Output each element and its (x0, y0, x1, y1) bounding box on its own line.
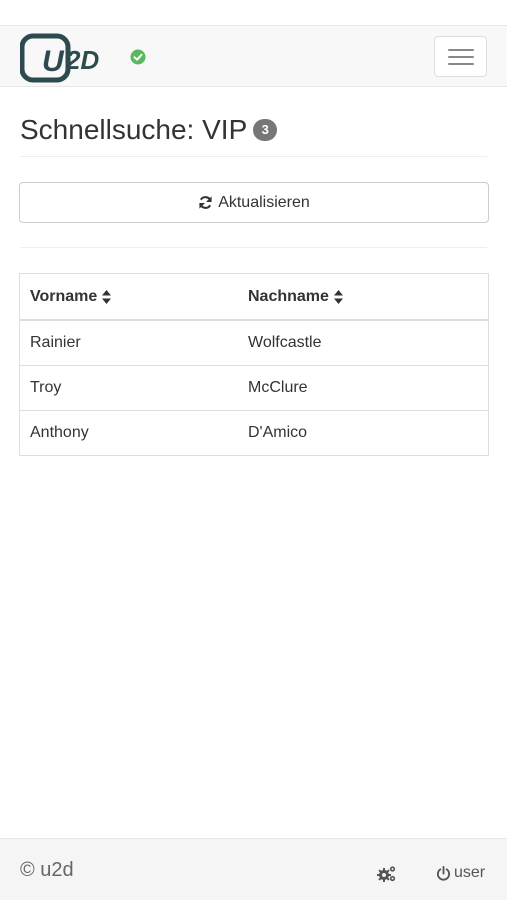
cogs-icon[interactable] (377, 865, 397, 883)
cell-nachname: McClure (248, 379, 308, 396)
footer: © u2d user (0, 838, 507, 900)
hamburger-icon (448, 49, 474, 51)
page-title-text: Schnellsuche: VIP (20, 114, 248, 145)
u2d-logo[interactable]: U 2D (20, 33, 114, 83)
cell-vorname: Anthony (30, 424, 89, 441)
hamburger-icon-bar (448, 63, 474, 65)
column-header-vorname[interactable]: Vorname (20, 288, 238, 306)
table-row[interactable]: Anthony D'Amico (20, 410, 488, 455)
check-circle-icon (130, 49, 146, 65)
table-row[interactable]: Troy McClure (20, 365, 488, 410)
column-header-label: Nachname (248, 287, 329, 305)
refresh-label: Aktualisieren (218, 193, 310, 211)
menu-toggle-button[interactable] (434, 36, 487, 77)
sort-icon (102, 289, 112, 304)
table-header: Vorname Nachname (20, 274, 488, 320)
cell-nachname: Wolfcastle (248, 334, 322, 351)
column-header-nachname[interactable]: Nachname (238, 288, 488, 306)
power-icon (436, 865, 451, 880)
cell-vorname: Rainier (30, 334, 81, 351)
results-table: Vorname Nachname Rainier Wolfcastle Troy… (19, 273, 489, 456)
divider (20, 247, 487, 248)
cell-nachname: D'Amico (248, 424, 308, 441)
cell-vorname: Troy (30, 379, 62, 396)
user-logout-link[interactable]: user (436, 864, 485, 882)
table-row[interactable]: Rainier Wolfcastle (20, 320, 488, 365)
page-title: Schnellsuche: VIP 3 (20, 113, 278, 147)
refresh-button[interactable]: Aktualisieren (19, 182, 489, 223)
svg-text:2D: 2D (65, 45, 99, 75)
column-header-label: Vorname (30, 287, 98, 305)
divider (20, 156, 487, 157)
refresh-icon (199, 196, 212, 209)
sort-icon (333, 289, 343, 304)
copyright: © u2d (20, 859, 74, 881)
count-badge: 3 (253, 118, 278, 141)
hamburger-icon-bar (448, 56, 474, 58)
navbar: U 2D (0, 25, 507, 87)
svg-text:U: U (42, 45, 65, 78)
user-label: user (454, 864, 486, 881)
